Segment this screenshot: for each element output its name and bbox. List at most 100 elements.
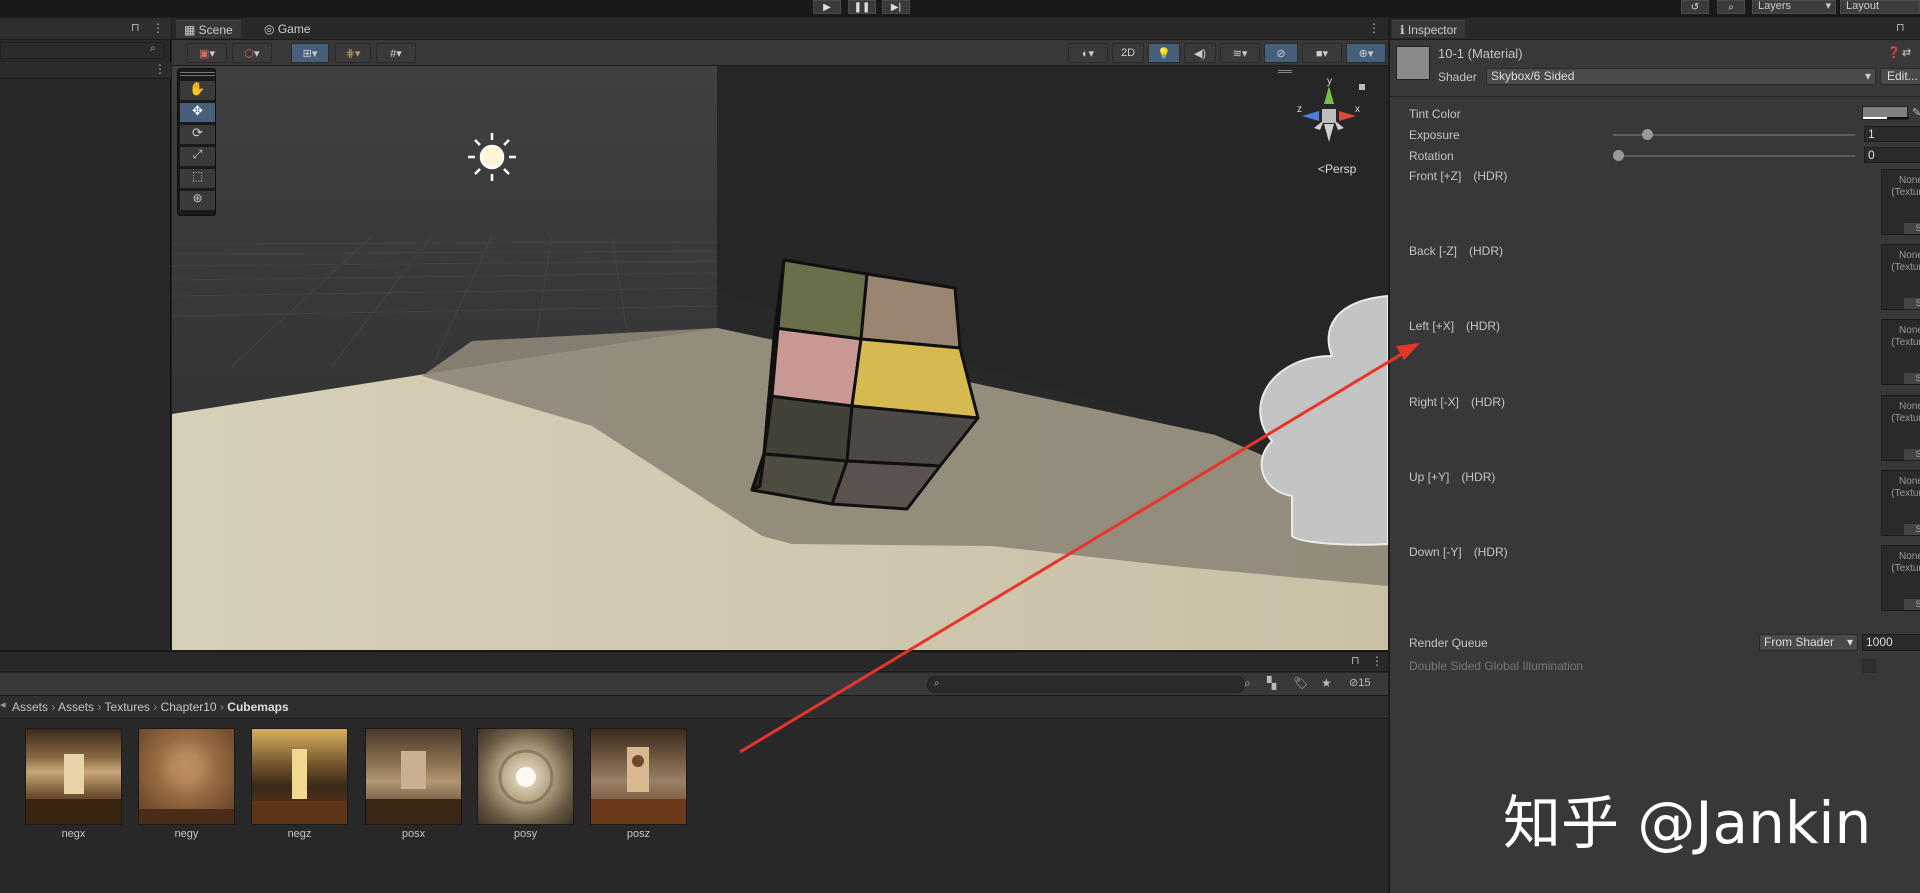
hand-tool-button[interactable]: ✋	[180, 81, 215, 100]
step-button[interactable]: ▶|	[882, 0, 910, 14]
more-options-icon[interactable]: ⋮	[152, 21, 164, 35]
texture-slot[interactable]: None(Texture) Selec	[1881, 470, 1920, 536]
search-filter-icon[interactable]: ⌕	[1244, 676, 1251, 691]
asset-thumbnail-posy[interactable]	[477, 728, 574, 825]
lighting-toggle[interactable]: 💡	[1148, 43, 1180, 63]
camera-orbit-dropdown[interactable]: ◐▾	[1068, 43, 1108, 63]
favorites-star-icon[interactable]: ★	[1321, 676, 1332, 690]
eyedropper-icon[interactable]: ✎	[1912, 106, 1920, 119]
palette-grip[interactable]	[180, 72, 215, 76]
render-queue-input[interactable]: 1000	[1862, 634, 1920, 651]
texture-select-button[interactable]: Selec	[1904, 524, 1920, 535]
transform-tool-button[interactable]: ⊛	[180, 191, 215, 210]
breadcrumb-item[interactable]: Chapter10	[161, 700, 217, 714]
asset-thumbnail-posx[interactable]	[365, 728, 462, 825]
asset-thumbnail-negy[interactable]	[138, 728, 235, 825]
lock-icon[interactable]: ⊓	[131, 21, 140, 34]
texture-select-button[interactable]: Selec	[1904, 449, 1920, 460]
history-button[interactable]: ↺	[1681, 0, 1709, 14]
asset-thumbnail-negx[interactable]	[25, 728, 122, 825]
toggle-2d-button[interactable]: 2D	[1112, 43, 1144, 63]
shader-edit-button[interactable]: Edit...	[1880, 68, 1920, 85]
project-search-input[interactable]: ⌕	[927, 676, 1245, 693]
play-button[interactable]: ▶	[813, 0, 841, 14]
grid-snap-icon: ⊞▾	[302, 47, 318, 60]
material-preview-icon	[1396, 46, 1430, 80]
orbit-icon: ◐▾	[1081, 47, 1095, 60]
hand-icon: ✋	[189, 81, 206, 96]
tab-scene[interactable]: ▦ Scene	[176, 20, 241, 38]
breadcrumb-item[interactable]: Assets	[12, 700, 48, 714]
texture-slot[interactable]: None(Texture) Selec	[1881, 545, 1920, 611]
rotation-slider-track[interactable]	[1613, 155, 1855, 157]
filter-by-type-icon[interactable]: ▚	[1267, 676, 1276, 690]
breadcrumb-item[interactable]: Textures	[105, 700, 150, 714]
lock-icon[interactable]: ⊓	[1896, 21, 1905, 34]
eye-slash-icon: ⊘	[1349, 677, 1359, 689]
grid-snap-dropdown[interactable]: ⊞▾	[291, 43, 329, 63]
scene-viewport[interactable]: ✋ ✥ ⟳ ⤢ ⬚ ⊛ y x z <Persp	[172, 66, 1388, 650]
lock-icon[interactable]: ⊓	[1351, 654, 1360, 667]
double-sided-gi-checkbox[interactable]	[1862, 659, 1876, 673]
layers-dropdown[interactable]: Layers ▾	[1752, 0, 1836, 14]
breadcrumb-item[interactable]: Assets	[58, 700, 94, 714]
toggle-2d-label: 2D	[1120, 47, 1136, 59]
more-options-icon[interactable]: ⋮	[1368, 21, 1380, 35]
camera-settings-dropdown[interactable]: ■▾	[1302, 43, 1342, 63]
hidden-packages-toggle[interactable]: ⊘15	[1349, 676, 1370, 689]
texture-slot[interactable]: None(Texture) Selec	[1881, 244, 1920, 310]
chevron-down-icon: ▾	[254, 47, 260, 60]
texture-slot[interactable]: None(Texture) Selec	[1881, 395, 1920, 461]
tab-inspector[interactable]: ℹ Inspector	[1392, 20, 1466, 38]
texture-select-button[interactable]: Selec	[1904, 599, 1920, 610]
tab-game[interactable]: ◎ Game	[256, 20, 319, 38]
rotation-slider-thumb[interactable]	[1612, 150, 1624, 161]
texture-select-button[interactable]: Selec	[1904, 373, 1920, 384]
tool-palette: ✋ ✥ ⟳ ⤢ ⬚ ⊛	[177, 68, 216, 216]
texture-select-button[interactable]: Selec	[1904, 298, 1920, 309]
shader-dropdown[interactable]: Skybox/6 Sided ▾	[1486, 68, 1876, 85]
hierarchy-scene-row[interactable]	[0, 62, 171, 79]
asset-thumbnail-negz[interactable]	[251, 728, 348, 825]
draw-mode-dropdown[interactable]: ▣ ▾	[187, 43, 227, 63]
perspective-label[interactable]: <Persp	[1318, 162, 1356, 176]
grid-visibility-dropdown[interactable]: #▾	[376, 43, 416, 63]
rotate-tool-button[interactable]: ⟳	[180, 125, 215, 144]
audio-toggle[interactable]: ◀)	[1184, 43, 1216, 63]
play-icon: ▶	[823, 1, 831, 13]
pause-button[interactable]: ❚❚	[848, 0, 876, 14]
texture-select-button[interactable]: Selec	[1904, 223, 1920, 234]
snap-increment-dropdown[interactable]: ⋕▾	[335, 43, 371, 63]
effects-dropdown[interactable]: ≋▾	[1220, 43, 1260, 63]
orientation-gizmo[interactable]: y x z <Persp	[1284, 76, 1374, 186]
scale-tool-button[interactable]: ⤢	[180, 147, 215, 166]
exposure-input[interactable]: 1	[1864, 126, 1920, 142]
asset-thumbnail-posz[interactable]	[590, 728, 687, 825]
hierarchy-panel: ⊓ ⋮ ⌕ ⋮	[0, 18, 171, 650]
hdr-label: (HDR)	[1469, 244, 1504, 258]
render-mode-dropdown[interactable]: ⬡ ▾	[232, 43, 272, 63]
filter-by-label-icon[interactable]: 🏷	[1293, 676, 1308, 690]
search-button[interactable]: ⌕	[1717, 0, 1745, 14]
texture-slot[interactable]: None(Texture) Selec	[1881, 319, 1920, 385]
move-tool-button[interactable]: ✥	[180, 103, 215, 122]
more-options-icon[interactable]: ⋮	[154, 62, 166, 76]
gizmos-dropdown[interactable]: ⊕▾	[1346, 43, 1386, 63]
edit-label: Edit...	[1887, 69, 1918, 83]
rotation-input[interactable]: 0	[1864, 147, 1920, 163]
hierarchy-search-input[interactable]	[0, 42, 165, 59]
left-arrow-icon[interactable]: ◂	[0, 698, 6, 711]
exposure-slider-thumb[interactable]	[1641, 129, 1653, 140]
rect-tool-button[interactable]: ⬚	[180, 169, 215, 188]
hidden-objects-toggle[interactable]: ⊘	[1264, 43, 1298, 63]
gizmo-grip[interactable]	[1278, 70, 1292, 73]
more-options-icon[interactable]: ⋮	[1371, 654, 1383, 668]
render-queue-label: Render Queue	[1409, 636, 1488, 650]
gizmo-lock-icon[interactable]	[1359, 84, 1365, 90]
render-queue-dropdown[interactable]: From Shader ▾	[1759, 634, 1858, 651]
help-icon[interactable]: ❓	[1887, 46, 1901, 59]
layout-dropdown[interactable]: Layout	[1840, 0, 1920, 14]
preset-icon[interactable]: ⇄	[1902, 46, 1911, 59]
tint-color-swatch[interactable]	[1862, 106, 1909, 120]
texture-slot[interactable]: None(Texture) Selec	[1881, 169, 1920, 235]
